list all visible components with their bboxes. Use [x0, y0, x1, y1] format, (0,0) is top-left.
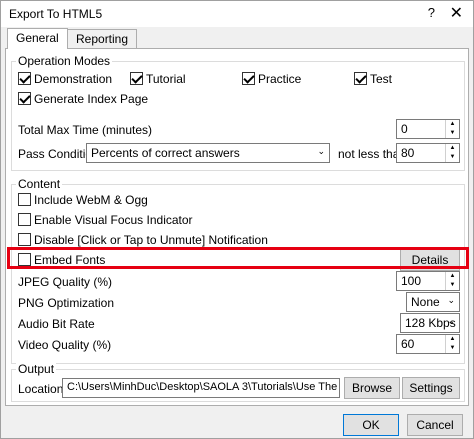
details-button[interactable]: Details — [400, 249, 460, 271]
png-optimization-label: PNG Optimization — [18, 296, 115, 310]
location-input[interactable]: C:\Users\MinhDuc\Desktop\SAOLA 3\Tutoria… — [62, 378, 340, 398]
browse-button-label: Browse — [351, 381, 392, 395]
ok-button-label: OK — [362, 418, 380, 432]
tutorial-checkbox[interactable] — [130, 72, 143, 85]
video-quality-value: 60 — [401, 337, 415, 351]
export-dialog: Export To HTML5 ? ✕ General Reporting Op… — [0, 0, 474, 439]
visual-focus-checkbox[interactable] — [18, 213, 31, 226]
total-max-time-input[interactable]: 0 ▲ ▼ — [396, 119, 460, 139]
settings-button-label: Settings — [409, 381, 453, 395]
chevron-down-icon: ⌄ — [447, 295, 455, 305]
ok-button[interactable]: OK — [343, 414, 399, 436]
disable-click-notification-checkbox[interactable] — [18, 233, 31, 246]
total-max-time-spinner[interactable]: ▲ ▼ — [445, 120, 459, 138]
browse-button[interactable]: Browse — [344, 377, 400, 399]
jpeg-quality-label: JPEG Quality (%) — [18, 275, 113, 289]
include-webm-checkbox[interactable] — [18, 193, 31, 206]
details-button-label: Details — [411, 253, 449, 267]
audio-bit-rate-select[interactable]: 128 Kbps ⌄ — [400, 313, 460, 333]
generate-index-label: Generate Index Page — [34, 92, 149, 106]
jpeg-quality-value: 100 — [401, 274, 422, 288]
include-webm-label: Include WebM & Ogg — [34, 193, 148, 207]
close-icon[interactable]: ✕ — [450, 3, 463, 23]
not-less-than-spinner[interactable]: ▲ ▼ — [445, 144, 459, 162]
operation-modes-title: Operation Modes — [16, 54, 113, 68]
tutorial-label: Tutorial — [146, 72, 186, 86]
test-checkbox[interactable] — [354, 72, 367, 85]
general-tab-panel: Operation Modes Demonstration Tutorial P… — [5, 48, 469, 406]
video-quality-spinner[interactable]: ▲ ▼ — [445, 335, 459, 353]
cancel-button[interactable]: Cancel — [407, 414, 463, 436]
location-label: Location — [18, 382, 64, 396]
embed-fonts-label: Embed Fonts — [34, 253, 106, 267]
practice-checkbox[interactable] — [242, 72, 255, 85]
visual-focus-label: Enable Visual Focus Indicator — [34, 213, 193, 227]
settings-button[interactable]: Settings — [402, 377, 460, 399]
disable-click-notification-label: Disable [Click or Tap to Unmute] Notific… — [34, 233, 268, 247]
tab-general-label: General — [16, 31, 59, 45]
jpeg-quality-input[interactable]: 100 ▲ ▼ — [396, 271, 460, 291]
content-title: Content — [16, 177, 63, 191]
total-max-time-value: 0 — [401, 122, 408, 136]
tab-general[interactable]: General — [7, 28, 68, 49]
window-title: Export To HTML5 — [9, 7, 103, 21]
pass-condition-value: Percents of correct answers — [91, 146, 240, 160]
output-title: Output — [16, 362, 57, 376]
png-optimization-value: None — [411, 295, 440, 309]
video-quality-label: Video Quality (%) — [18, 338, 112, 352]
pass-condition-select[interactable]: Percents of correct answers ⌄ — [86, 143, 330, 163]
jpeg-quality-spinner[interactable]: ▲ ▼ — [445, 272, 459, 290]
chevron-down-icon: ⌄ — [317, 146, 325, 156]
test-label: Test — [370, 72, 393, 86]
tab-reporting[interactable]: Reporting — [67, 29, 138, 48]
tab-reporting-label: Reporting — [76, 32, 129, 46]
not-less-than-input[interactable]: 80 ▲ ▼ — [396, 143, 460, 163]
png-optimization-select[interactable]: None ⌄ — [406, 292, 460, 312]
title-bar: Export To HTML5 ? ✕ — [1, 1, 473, 27]
location-value: C:\Users\MinhDuc\Desktop\SAOLA 3\Tutoria… — [67, 381, 339, 393]
audio-bit-rate-label: Audio Bit Rate — [18, 317, 95, 331]
embed-fonts-checkbox[interactable] — [18, 253, 31, 266]
generate-index-checkbox[interactable] — [18, 92, 31, 105]
help-icon[interactable]: ? — [428, 5, 435, 20]
chevron-down-icon: ⌄ — [447, 316, 455, 326]
video-quality-input[interactable]: 60 ▲ ▼ — [396, 334, 460, 354]
demonstration-label: Demonstration — [34, 72, 113, 86]
practice-label: Practice — [258, 72, 302, 86]
total-max-time-label: Total Max Time (minutes) — [18, 123, 153, 137]
cancel-button-label: Cancel — [416, 418, 454, 432]
not-less-than-value: 80 — [401, 146, 415, 160]
demonstration-checkbox[interactable] — [18, 72, 31, 85]
